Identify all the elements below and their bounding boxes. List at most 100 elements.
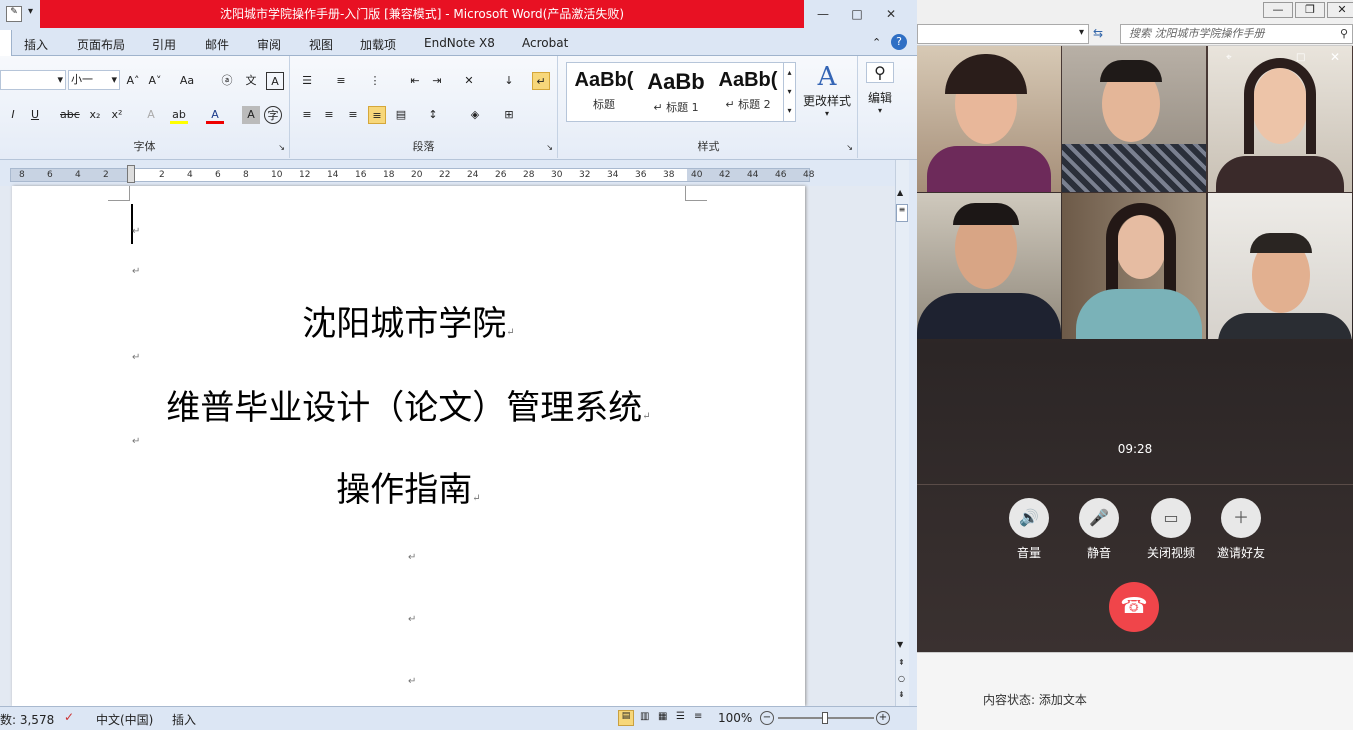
quick-access-icon[interactable]: ✎ <box>6 6 22 22</box>
search-icon[interactable]: ⚲ <box>1340 25 1348 43</box>
subscript-icon[interactable]: x₂ <box>86 106 104 124</box>
hang-up-button[interactable]: ☎ <box>1109 582 1159 632</box>
text-effects-icon[interactable]: A <box>142 106 160 124</box>
paragraph-dialog-launcher-icon[interactable]: ↘ <box>546 143 553 152</box>
horizontal-ruler[interactable]: 8 6 4 2 2 4 6 8 10 12 14 16 18 20 22 24 26 28 30 32 34 36 38 40… <box>10 165 814 183</box>
numbering-icon[interactable]: ≡ <box>332 72 350 90</box>
help-icon[interactable]: ? <box>891 34 907 50</box>
mute-button[interactable]: 🎤 <box>1079 498 1119 538</box>
browse-object-icon[interactable]: ○ <box>898 674 905 683</box>
distribute-icon[interactable]: ▤ <box>392 106 410 124</box>
language-status[interactable]: 中文(中国) <box>96 711 153 728</box>
close-button[interactable]: ✕ <box>880 6 902 22</box>
zoom-in-icon[interactable]: + <box>876 711 890 725</box>
edit-button[interactable]: ⚲ 编辑 ▾ <box>862 62 898 115</box>
video-tile-1[interactable] <box>917 46 1061 192</box>
scroll-up-icon[interactable]: ▲ <box>897 188 903 197</box>
document-page[interactable]: ↵ ↵ 沈阳城市学院↵ ↵ 维普毕业设计（论文）管理系统↵ ↵ 操作指南↵ ↵ … <box>12 186 805 706</box>
video-tile-6[interactable] <box>1208 193 1352 339</box>
highlight-icon[interactable]: ab <box>170 106 188 124</box>
indent-marker-icon[interactable] <box>127 165 135 183</box>
chinese-layout-icon[interactable]: ✕ <box>460 72 478 90</box>
zoom-slider-thumb[interactable] <box>822 712 828 724</box>
shrink-font-icon[interactable]: A˅ <box>146 72 164 90</box>
proofing-icon[interactable]: ✓ <box>64 710 74 724</box>
toggle-video-button[interactable]: ▭ <box>1151 498 1191 538</box>
vertical-scrollbar[interactable]: ▲ ≡ ▼ ⇞ ○ ⇟ <box>895 160 909 706</box>
video-tile-2[interactable] <box>1062 46 1206 192</box>
scroll-thumb[interactable]: ≡ <box>896 204 908 222</box>
tab-file[interactable] <box>0 30 12 56</box>
zoom-out-icon[interactable]: − <box>760 711 774 725</box>
video-tile-5[interactable] <box>1062 193 1206 339</box>
multilevel-list-icon[interactable]: ⋮ <box>366 72 384 90</box>
maximize-button[interactable]: □ <box>846 6 868 22</box>
underline-icon[interactable]: U <box>26 106 44 124</box>
prev-page-icon[interactable]: ⇞ <box>898 658 905 667</box>
outline-view-icon[interactable]: ☰ <box>676 711 685 722</box>
host-restore-button[interactable]: ❐ <box>1295 2 1325 18</box>
borders-icon[interactable]: ⊞ <box>500 106 518 124</box>
strikethrough-icon[interactable]: abc <box>60 106 80 124</box>
font-name-field[interactable]: ▾ <box>0 70 66 90</box>
tile-pin-icon[interactable]: ⌖ <box>1226 52 1232 63</box>
increase-indent-icon[interactable]: ⇥ <box>428 72 446 90</box>
word-count[interactable]: 数: 3,578 <box>0 711 54 728</box>
tab-acrobat[interactable]: Acrobat <box>522 36 568 50</box>
shading-icon[interactable]: ◈ <box>466 106 484 124</box>
address-field[interactable]: ▾ <box>917 24 1089 44</box>
grow-font-icon[interactable]: A˄ <box>124 72 142 90</box>
invite-button[interactable]: ＋ <box>1221 498 1261 538</box>
tab-view[interactable]: 视图 <box>309 36 333 53</box>
sort-icon[interactable]: ↓ <box>500 72 518 90</box>
align-center-icon[interactable]: ≡ <box>320 106 338 124</box>
tab-references[interactable]: 引用 <box>152 36 176 53</box>
minimize-button[interactable]: — <box>812 6 834 22</box>
web-layout-icon[interactable]: ▦ <box>658 711 667 722</box>
char-border-icon[interactable]: A <box>266 72 284 90</box>
draft-view-icon[interactable]: ≡ <box>694 711 702 722</box>
clear-format-icon[interactable]: ⓐ <box>218 72 236 90</box>
char-shading-icon[interactable]: A <box>242 106 260 124</box>
tab-mailings[interactable]: 邮件 <box>205 36 229 53</box>
italic-icon[interactable]: I <box>4 106 22 124</box>
tab-insert[interactable]: 插入 <box>24 36 48 53</box>
line-spacing-icon[interactable]: ↕ <box>424 106 442 124</box>
scroll-down-icon[interactable]: ▼ <box>897 640 903 649</box>
align-left-icon[interactable]: ≡ <box>298 106 316 124</box>
tab-addins[interactable]: 加载项 <box>360 36 396 53</box>
volume-button[interactable]: 🔊 <box>1009 498 1049 538</box>
tab-endnote[interactable]: EndNote X8 <box>424 36 495 50</box>
print-layout-icon[interactable]: ▤ <box>618 710 634 726</box>
change-case-icon[interactable]: Aa <box>178 72 196 90</box>
video-tile-3[interactable]: ⌖ □ ✕ <box>1208 46 1352 192</box>
insert-mode-status[interactable]: 插入 <box>172 711 196 728</box>
superscript-icon[interactable]: x² <box>108 106 126 124</box>
host-minimize-button[interactable]: — <box>1263 2 1293 18</box>
zoom-level[interactable]: 100% <box>718 711 752 725</box>
styles-dialog-launcher-icon[interactable]: ↘ <box>846 143 853 152</box>
collapse-ribbon-icon[interactable]: ⌃ <box>872 36 881 49</box>
justify-icon[interactable]: ≡ <box>368 106 386 124</box>
quick-access-dropdown-icon[interactable]: ▾ <box>28 6 33 17</box>
font-size-field[interactable]: 小一 ▾ <box>68 70 120 90</box>
tab-review[interactable]: 审阅 <box>257 36 281 53</box>
reading-view-icon[interactable]: ▥ <box>640 711 649 722</box>
next-page-icon[interactable]: ⇟ <box>898 690 905 699</box>
tile-maximize-icon[interactable]: □ <box>1296 52 1305 63</box>
align-right-icon[interactable]: ≡ <box>344 106 362 124</box>
content-status-value[interactable]: 添加文本 <box>1039 693 1087 707</box>
enclose-char-icon[interactable]: 字 <box>264 106 282 124</box>
show-marks-icon[interactable]: ↵ <box>532 72 550 90</box>
video-tile-4[interactable] <box>917 193 1061 339</box>
tab-page-layout[interactable]: 页面布局 <box>77 36 125 53</box>
font-dialog-launcher-icon[interactable]: ↘ <box>278 143 285 152</box>
decrease-indent-icon[interactable]: ⇤ <box>406 72 424 90</box>
phonetic-guide-icon[interactable]: 文 <box>242 72 260 90</box>
host-close-button[interactable]: ✕ <box>1327 2 1353 18</box>
tile-close-icon[interactable]: ✕ <box>1330 50 1340 64</box>
font-color-icon[interactable]: A <box>206 106 224 124</box>
bullets-icon[interactable]: ☰ <box>298 72 316 90</box>
refresh-icon[interactable]: ⇆ <box>1093 26 1103 40</box>
search-input[interactable]: 搜索 沈阳城市学院操作手册 ⚲ <box>1120 24 1353 44</box>
